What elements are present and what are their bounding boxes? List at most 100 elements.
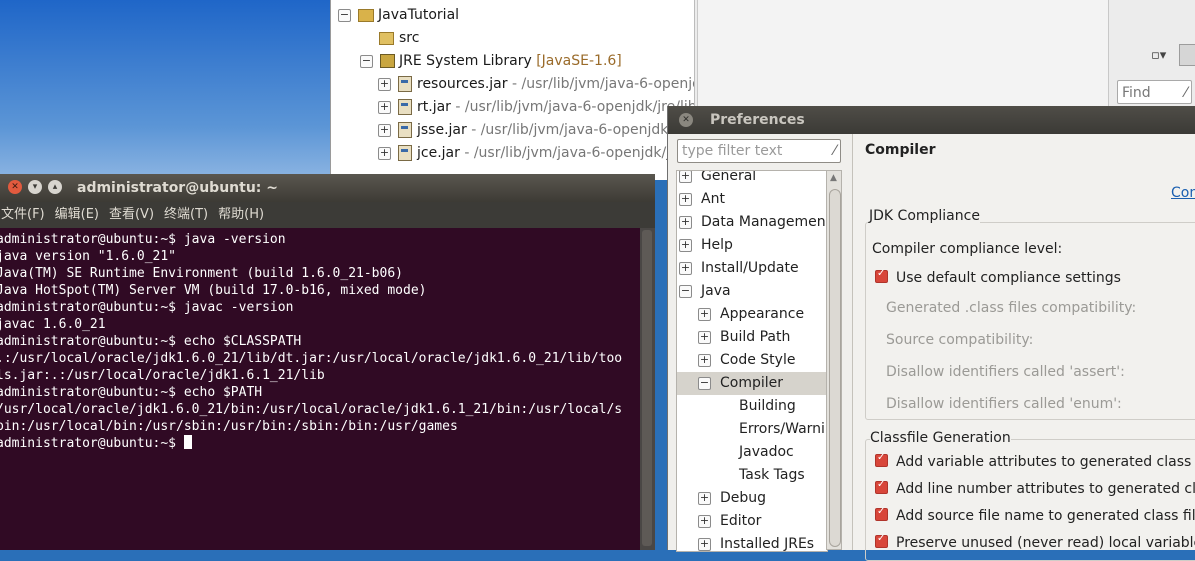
package-folder-icon [379,31,394,45]
group-title: JDK Compliance [869,208,980,224]
expand-icon[interactable]: + [679,192,692,206]
configure-link[interactable]: Con [1171,185,1195,201]
checkbox-checked-icon[interactable] [875,268,888,283]
scroll-up-icon[interactable]: ▲ [830,173,837,183]
checkbox-label: Use default compliance settings [896,270,1121,286]
tree-item-building[interactable]: Building [739,395,796,418]
tree-item-ant[interactable]: + Ant [679,188,725,211]
expand-icon[interactable]: + [698,307,711,321]
tree-item-compiler[interactable]: − Compiler [677,372,827,395]
expand-icon[interactable]: + [698,537,711,551]
tree-label: Debug [720,490,767,506]
tree-item-jar[interactable]: + jsse.jar - /usr/lib/jvm/java-6-openjdk/… [378,119,695,141]
checkbox-checked-icon[interactable] [875,452,888,467]
tree-item-errors-warnings[interactable]: Errors/Warnin [739,418,828,441]
terminal-line: /usr/local/oracle/jdk1.6.0_21/bin:/usr/l… [0,402,623,417]
collapse-icon[interactable]: − [360,54,373,68]
menu-terminal[interactable]: 终端(T) [164,207,208,222]
tree-item-build-path[interactable]: + Build Path [698,326,790,349]
filter-input[interactable]: type filter text ⁄ [677,139,841,163]
tree-item-java[interactable]: − Java [679,280,731,303]
new-view-icon[interactable]: ▫▾ [1151,48,1166,63]
tree-label: General [701,170,757,184]
checkbox-label: Add variable attributes to generated cla… [896,454,1195,470]
tree-label: Errors/Warnin [739,421,828,437]
terminal-scrollbar[interactable] [640,228,655,550]
tree-label: Java [701,283,731,299]
jar-icon [398,76,412,92]
tree-item-help[interactable]: + Help [679,234,733,257]
assert-label: Disallow identifiers called 'assert': [886,364,1125,380]
expand-icon[interactable]: + [698,353,711,367]
tree-item-jar[interactable]: + resources.jar - /usr/lib/jvm/java-6-ope… [378,73,694,95]
menu-view[interactable]: 查看(V) [109,207,154,222]
tree-item-install-update[interactable]: + Install/Update [679,257,799,280]
tree-item-jar[interactable]: + jce.jar - /usr/lib/jvm/java-6-openjdk/j… [378,142,689,164]
menu-help[interactable]: 帮助(H) [218,207,264,222]
tree-item-src[interactable]: src [379,27,419,49]
scrollbar-thumb[interactable] [829,189,841,547]
terminal-line: .:/usr/local/oracle/jdk1.6.0_21/lib/dt.j… [0,351,623,366]
tree-item-javadoc[interactable]: Javadoc [739,441,794,464]
tree-label: Editor [720,513,762,529]
expand-icon[interactable]: + [378,146,391,160]
jar-icon [398,99,412,115]
collapse-icon[interactable]: − [698,376,711,390]
checkbox-checked-icon[interactable] [875,533,888,548]
tree-item-installed-jres[interactable]: + Installed JREs [698,533,814,551]
tree-item-code-style[interactable]: + Code Style [698,349,795,372]
tree-item-task-tags[interactable]: Task Tags [739,464,805,487]
preferences-dialog: ✕ Preferences type filter text ⁄ + General… [667,106,1195,561]
maximize-icon[interactable]: ▴ [48,180,62,194]
tree-item-appearance[interactable]: + Appearance [698,303,804,326]
clear-filter-icon[interactable]: ⁄ [834,140,836,162]
menu-file[interactable]: 文件(F) [1,207,45,222]
close-icon[interactable]: ✕ [679,113,693,127]
expand-icon[interactable]: + [679,215,692,229]
checkbox-label: Add line number attributes to generated … [896,481,1195,497]
expand-icon[interactable]: + [679,261,692,275]
terminal-line: administrator@ubuntu:~$ echo $PATH [0,385,263,400]
close-icon[interactable]: ✕ [8,180,22,194]
tree-item-general[interactable]: + General [679,170,757,188]
collapse-icon[interactable]: − [679,284,692,298]
jre-version: [JavaSE-1.6] [536,53,622,69]
expand-icon[interactable]: + [698,514,711,528]
collapse-icon[interactable]: − [338,8,351,22]
expand-icon[interactable]: + [698,330,711,344]
jar-icon [398,122,412,138]
checkbox-checked-icon[interactable] [875,506,888,521]
tree-label: Task Tags [739,467,805,483]
terminal-output[interactable]: administrator@ubuntu:~$ java -version ja… [0,228,640,550]
variable-attributes-checkbox[interactable]: Add variable attributes to generated cla… [875,452,1195,470]
expand-icon[interactable]: + [698,491,711,505]
tree-item-project[interactable]: − JavaTutorial [338,4,459,26]
scrollbar-thumb[interactable] [642,230,652,546]
expand-icon[interactable]: + [679,238,692,252]
preserve-unused-checkbox[interactable]: Preserve unused (never read) local varia… [875,533,1195,551]
tree-item-data-management[interactable]: + Data Management [679,211,827,234]
tree-item-debug[interactable]: + Debug [698,487,766,510]
menu-edit[interactable]: 编辑(E) [55,207,99,222]
terminal-titlebar: ✕ ▾ ▴ administrator@ubuntu: ~ [0,174,655,202]
tree-label: Building [739,398,796,414]
view-toggle-icon[interactable] [1179,44,1195,66]
jar-name: resources.jar [417,76,508,92]
tree-item-editor[interactable]: + Editor [698,510,761,533]
tree-scrollbar[interactable]: ▲ [826,170,842,550]
minimize-icon[interactable]: ▾ [28,180,42,194]
find-input[interactable]: Find ⁄ [1117,80,1192,104]
expand-icon[interactable]: + [378,100,391,114]
use-default-checkbox[interactable]: Use default compliance settings [875,268,1121,286]
expand-icon[interactable]: + [679,171,692,183]
tree-item-jar[interactable]: + rt.jar - /usr/lib/jvm/java-6-openjdk/jr… [378,96,694,118]
expand-icon[interactable]: + [378,123,391,137]
jar-path: - /usr/lib/jvm/java-6-openjdk/jre/li [466,122,695,138]
checkbox-checked-icon[interactable] [875,479,888,494]
tree-item-jre[interactable]: − JRE System Library [JavaSE-1.6] [360,50,622,72]
compiler-page: Compiler Con JDK Compliance Compiler com… [853,134,1195,561]
jar-icon [398,145,412,161]
source-file-name-checkbox[interactable]: Add source file name to generated class … [875,506,1195,524]
line-number-checkbox[interactable]: Add line number attributes to generated … [875,479,1195,497]
expand-icon[interactable]: + [378,77,391,91]
